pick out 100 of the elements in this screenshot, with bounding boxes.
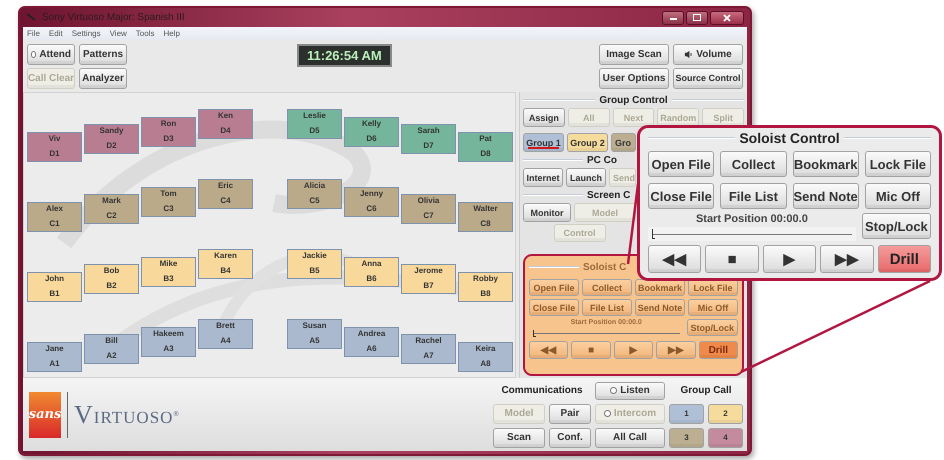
- pair-button[interactable]: Pair: [549, 404, 591, 424]
- toolbar-button[interactable]: Volume: [673, 44, 743, 64]
- toolbar-button[interactable]: User Options: [599, 68, 669, 88]
- student-seat[interactable]: Anna B6: [344, 257, 399, 287]
- transport-button[interactable]: Drill: [878, 245, 931, 273]
- close-button[interactable]: [710, 10, 744, 24]
- transport-button[interactable]: ▶: [762, 245, 816, 273]
- transport-button[interactable]: ▶▶: [820, 245, 874, 273]
- soloist-button[interactable]: Close File: [529, 299, 579, 316]
- soloist-button[interactable]: Send Note: [635, 299, 685, 316]
- student-seat[interactable]: Alicia C5: [287, 179, 342, 209]
- toolbar-button[interactable]: Source Control: [673, 68, 743, 88]
- scan-button[interactable]: Scan: [493, 428, 545, 448]
- group-call-button[interactable]: 3: [669, 428, 704, 448]
- soloist-button[interactable]: Collect: [582, 279, 632, 296]
- student-seat[interactable]: Ken D4: [198, 109, 253, 139]
- student-seat[interactable]: Leslie D5: [287, 109, 342, 139]
- soloist-button[interactable]: Collect: [720, 151, 786, 177]
- transport-button[interactable]: ◀◀: [529, 341, 568, 359]
- student-seat[interactable]: Viv D1: [27, 132, 82, 162]
- soloist-button[interactable]: Send Note: [792, 183, 859, 209]
- student-seat[interactable]: Bob B2: [84, 264, 139, 294]
- menu-item[interactable]: Settings: [72, 29, 101, 38]
- group-button[interactable]: Group 2: [567, 133, 608, 152]
- all-call-button[interactable]: All Call: [595, 428, 665, 448]
- group-call-button[interactable]: 1: [669, 404, 704, 424]
- maximize-button[interactable]: [686, 10, 708, 24]
- group-button[interactable]: Group 1: [523, 133, 564, 152]
- transport-button[interactable]: ◀◀: [648, 245, 702, 273]
- soloist-button[interactable]: Close File: [648, 183, 714, 209]
- group-action-button[interactable]: Assign: [523, 108, 565, 127]
- soloist-button[interactable]: File List: [582, 299, 632, 316]
- student-seat[interactable]: Olivia C7: [401, 194, 456, 224]
- slider-thumb[interactable]: [533, 330, 536, 336]
- soloist-button[interactable]: Bookmark: [635, 279, 685, 296]
- student-seat[interactable]: Walter C8: [458, 202, 513, 232]
- student-seat[interactable]: Pat D8: [458, 132, 513, 162]
- pc-control-button[interactable]: Launch: [566, 168, 606, 187]
- student-seat[interactable]: Rachel A7: [401, 334, 456, 364]
- student-seat[interactable]: Alex C1: [27, 202, 82, 232]
- soloist-button[interactable]: Lock File: [864, 151, 931, 177]
- menu-item[interactable]: Tools: [136, 29, 154, 38]
- slider-thumb[interactable]: [652, 229, 655, 239]
- attend-button[interactable]: Attend: [27, 44, 75, 64]
- student-seat[interactable]: Brett A4: [198, 319, 253, 349]
- seat-number: D7: [423, 141, 434, 151]
- group-call-button[interactable]: 4: [708, 428, 743, 448]
- transport-button[interactable]: ▶▶: [656, 341, 696, 359]
- student-seat[interactable]: Sandy D2: [84, 124, 139, 154]
- soloist-button[interactable]: Open File: [648, 151, 714, 177]
- student-seat[interactable]: Mark C2: [84, 194, 139, 224]
- toolbar-button[interactable]: Patterns: [79, 44, 127, 64]
- listen-button[interactable]: Listen: [595, 382, 665, 400]
- student-seat[interactable]: Mike B3: [141, 257, 196, 287]
- student-seat[interactable]: Jane A1: [27, 342, 82, 372]
- group-button[interactable]: Gro: [611, 133, 636, 152]
- menu-item[interactable]: File: [27, 29, 40, 38]
- toolbar-button[interactable]: Image Scan: [599, 44, 669, 64]
- group-call-button[interactable]: 2: [708, 404, 743, 424]
- student-seat[interactable]: Hakeem A3: [141, 327, 196, 357]
- student-seat[interactable]: Eric C4: [198, 179, 253, 209]
- menu-item[interactable]: View: [110, 29, 127, 38]
- student-seat[interactable]: Ron D3: [141, 117, 196, 147]
- pc-control-button[interactable]: Internet: [523, 168, 563, 187]
- student-name: Mark: [102, 196, 121, 206]
- student-seat[interactable]: Bill A2: [84, 334, 139, 364]
- stop-lock-button[interactable]: Stop/Lock: [686, 319, 738, 336]
- student-name: Brett: [216, 321, 235, 331]
- stop-lock-button[interactable]: Stop/Lock: [862, 213, 931, 239]
- student-seat[interactable]: Jenny C6: [344, 187, 399, 217]
- transport-button[interactable]: ▶: [614, 341, 654, 359]
- soloist-button[interactable]: Open File: [529, 279, 579, 296]
- transport-button[interactable]: ■: [571, 341, 611, 359]
- soloist-button[interactable]: Mic Off: [688, 299, 738, 316]
- student-seat[interactable]: Keira A8: [458, 342, 513, 372]
- toolbar-button[interactable]: Analyzer: [79, 68, 127, 88]
- student-seat[interactable]: Andrea A6: [344, 327, 399, 357]
- student-seat[interactable]: Sarah D7: [401, 124, 456, 154]
- seat-number: B5: [309, 266, 320, 276]
- student-seat[interactable]: Jerome B7: [401, 264, 456, 294]
- conference-button[interactable]: Conf.: [549, 428, 591, 448]
- student-seat[interactable]: Robby B8: [458, 272, 513, 302]
- minimize-button[interactable]: [662, 10, 684, 24]
- soloist-button[interactable]: File List: [720, 183, 786, 209]
- seat-number: B4: [220, 266, 231, 276]
- transport-button[interactable]: Drill: [698, 341, 738, 359]
- student-seat[interactable]: Tom C3: [141, 187, 196, 217]
- soloist-button[interactable]: Mic Off: [864, 183, 931, 209]
- student-seat[interactable]: Susan A5: [287, 319, 342, 349]
- screen-control-button[interactable]: Monitor: [523, 203, 571, 222]
- soloist-button[interactable]: Bookmark: [792, 151, 859, 177]
- student-seat[interactable]: John B1: [27, 272, 82, 302]
- student-seat[interactable]: Jackie B5: [287, 249, 342, 279]
- transport-button[interactable]: ■: [705, 245, 759, 273]
- student-name: Keira: [475, 344, 496, 354]
- student-seat[interactable]: Kelly D6: [344, 117, 399, 147]
- menu-item[interactable]: Edit: [48, 29, 63, 38]
- position-slider[interactable]: [648, 227, 856, 241]
- student-seat[interactable]: Karen B4: [198, 249, 253, 279]
- menu-item[interactable]: Help: [163, 29, 180, 38]
